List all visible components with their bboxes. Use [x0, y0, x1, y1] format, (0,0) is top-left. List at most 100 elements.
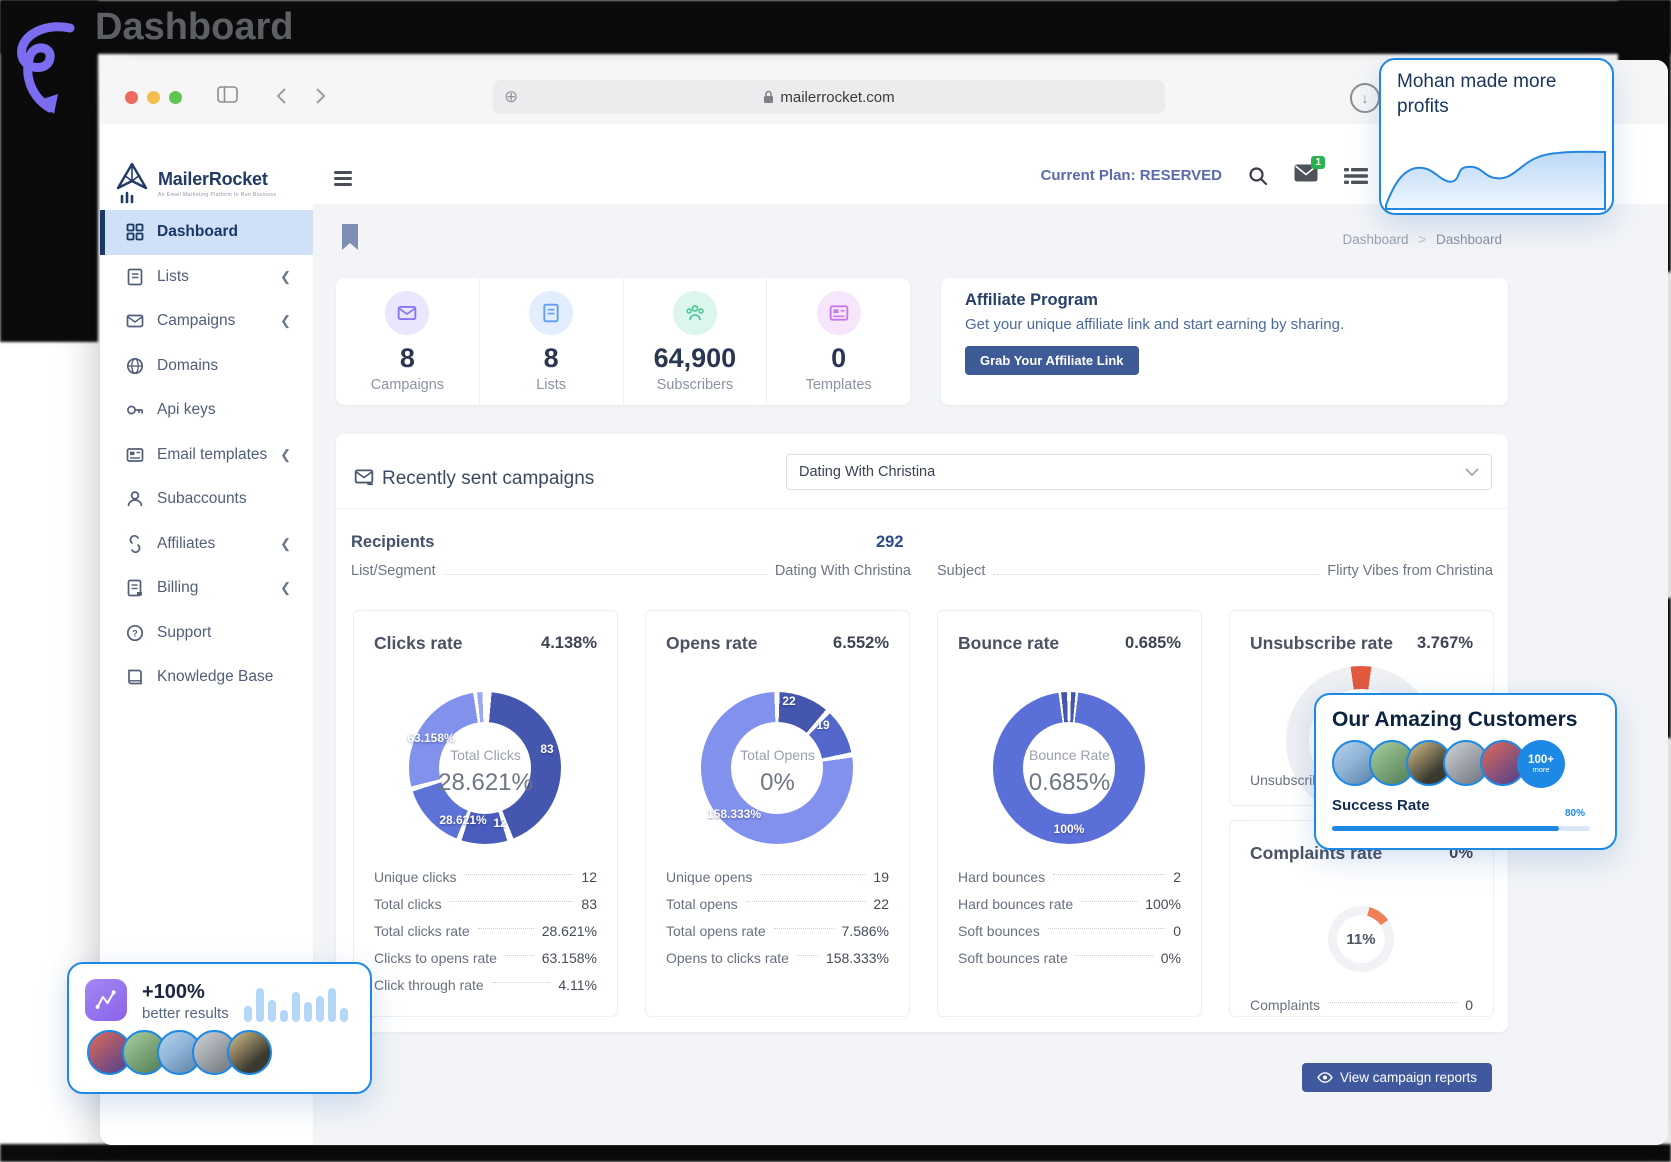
results-avatars	[87, 1030, 262, 1075]
success-rate-fill	[1332, 826, 1559, 831]
stat-label: Campaigns	[336, 377, 479, 393]
dotted-leader	[746, 901, 866, 902]
stat-templates: 0 Templates	[767, 278, 910, 405]
mail-badge: 1	[1311, 156, 1325, 169]
clicks-rate-card: Clicks rate 4.138% Total Clicks 28.621% …	[353, 610, 618, 1017]
current-plan-label: Current Plan: RESERVED	[1041, 167, 1222, 184]
back-button[interactable]	[276, 88, 286, 104]
metric-row: Hard bounces rate100%	[958, 890, 1181, 917]
segment-label: 22	[782, 694, 795, 708]
list-segment-label: List/Segment	[351, 563, 436, 579]
minimize-window-button[interactable]	[147, 91, 160, 104]
dotted-leader	[464, 874, 573, 875]
campaign-select[interactable]: Dating With Christina	[786, 454, 1492, 490]
sidebar-item-label: Domains	[157, 357, 218, 375]
brand-tagline: An Email Marketing Platform to Run Busin…	[158, 192, 276, 198]
profit-text: Mohan made more profits	[1397, 70, 1587, 119]
stat-label: Subscribers	[624, 377, 767, 393]
close-window-button[interactable]	[125, 91, 138, 104]
templates-card-icon	[817, 291, 861, 335]
sidebar-item-label: Support	[157, 624, 211, 642]
success-rate-value: 80%	[1565, 808, 1585, 819]
metric-row: Complaints 0	[1250, 991, 1473, 1017]
dotted-leader	[1081, 901, 1137, 902]
segment-label: 158.333%	[707, 807, 761, 821]
stat-subscribers: 64,900 Subscribers	[624, 278, 768, 405]
metric-rate: 0.685%	[1125, 634, 1181, 653]
donut-center-value: 28.621%	[354, 769, 617, 797]
trend-icon	[85, 979, 127, 1021]
sidebar-item-billing[interactable]: Billing ❮	[100, 566, 313, 611]
campaign-meta-row: List/Segment Dating With Christina Subje…	[351, 563, 1493, 579]
affiliate-title: Affiliate Program	[965, 291, 1098, 310]
dashboard-grid-icon	[126, 223, 144, 241]
segment-label: 12	[493, 816, 506, 830]
sidebar-item-affiliates[interactable]: Affiliates ❮	[100, 522, 313, 567]
globe-icon	[126, 357, 144, 375]
metric-row: Total clicks rate28.621%	[374, 917, 597, 944]
metric-title: Clicks rate	[374, 633, 463, 654]
dotted-leader	[492, 982, 551, 983]
curly-arrow-doodle	[12, 22, 76, 122]
sidebar-item-support[interactable]: ? Support	[100, 611, 313, 656]
metric-title: Opens rate	[666, 633, 757, 654]
book-icon	[126, 668, 144, 686]
metric-rate: 4.138%	[541, 634, 597, 653]
sidebar-item-domains[interactable]: Domains	[100, 344, 313, 389]
metric-row: Total clicks83	[374, 890, 597, 917]
download-icon[interactable]: ↓	[1350, 83, 1380, 113]
metric-row: Opens to clicks rate158.333%	[666, 944, 889, 971]
results-value: +100%	[142, 981, 205, 1004]
breadcrumb-item[interactable]: Dashboard	[1342, 232, 1408, 247]
sidebar-item-lists[interactable]: Lists ❮	[100, 255, 313, 300]
lists-icon	[126, 268, 144, 286]
sidebar-toggle-icon[interactable]	[217, 86, 238, 103]
url-bar[interactable]: ⊕ mailerrocket.com	[493, 80, 1165, 114]
sidebar-item-api-keys[interactable]: Api keys	[100, 388, 313, 433]
metric-row: Hard bounces2	[958, 863, 1181, 890]
success-rate-label: Success Rate	[1332, 797, 1430, 814]
sidebar-item-campaigns[interactable]: Campaigns ❮	[100, 299, 313, 344]
dotted-leader	[797, 955, 818, 956]
customers-overlay-card: Our Amazing Customers 100+ more Success …	[1314, 693, 1617, 850]
metric-rate: 6.552%	[833, 634, 889, 653]
dotted-leader	[1053, 874, 1165, 875]
subject-label: Subject	[937, 563, 985, 579]
grab-affiliate-link-button[interactable]: Grab Your Affiliate Link	[965, 346, 1139, 375]
sidebar-item-email-templates[interactable]: Email templates ❮	[100, 433, 313, 478]
hamburger-menu-icon[interactable]	[334, 171, 352, 189]
dotted-leader	[505, 955, 534, 956]
segment-label: 28.621%	[439, 813, 486, 827]
success-rate-bar	[1332, 826, 1590, 831]
url-text: mailerrocket.com	[780, 89, 894, 106]
sidebar-item-knowledge-base[interactable]: Knowledge Base	[100, 655, 313, 700]
forward-button[interactable]	[316, 88, 326, 104]
svg-text:?: ?	[132, 628, 138, 638]
breadcrumb: Dashboard > Dashboard	[1100, 232, 1502, 247]
bookmark-icon[interactable]	[340, 223, 360, 251]
chevron-collapse-icon: ❮	[280, 536, 291, 552]
maximize-window-button[interactable]	[169, 91, 182, 104]
sidebar-item-label: Lists	[157, 268, 189, 286]
subscribers-people-icon	[673, 291, 717, 335]
chevron-collapse-icon: ❮	[280, 580, 291, 596]
search-icon[interactable]	[1248, 166, 1268, 186]
breadcrumb-separator: >	[1418, 232, 1426, 247]
stat-value: 8	[480, 343, 623, 374]
campaigns-mail-icon	[126, 312, 144, 330]
view-campaign-reports-button[interactable]: View campaign reports	[1302, 1063, 1492, 1092]
sidebar-menu: Dashboard Lists ❮ Campaig	[100, 210, 313, 700]
menu-lines-icon[interactable]	[1344, 167, 1368, 185]
notifications-mail-icon[interactable]: 1	[1294, 164, 1318, 187]
sidebar-item-label: Knowledge Base	[157, 668, 273, 686]
button-label: View campaign reports	[1340, 1070, 1477, 1085]
donut-hole	[1023, 722, 1115, 814]
lists-doc-icon	[529, 291, 573, 335]
results-overlay-card: +100% better results	[67, 962, 372, 1094]
sidebar-item-dashboard[interactable]: Dashboard	[100, 210, 313, 255]
donut-center-label: Bounce Rate	[938, 747, 1201, 763]
donut-center-label: Total Clicks	[354, 747, 617, 763]
sidebar-item-subaccounts[interactable]: Subaccounts	[100, 477, 313, 522]
affiliate-loop-icon	[126, 535, 144, 553]
metric-row: Soft bounces rate0%	[958, 944, 1181, 971]
